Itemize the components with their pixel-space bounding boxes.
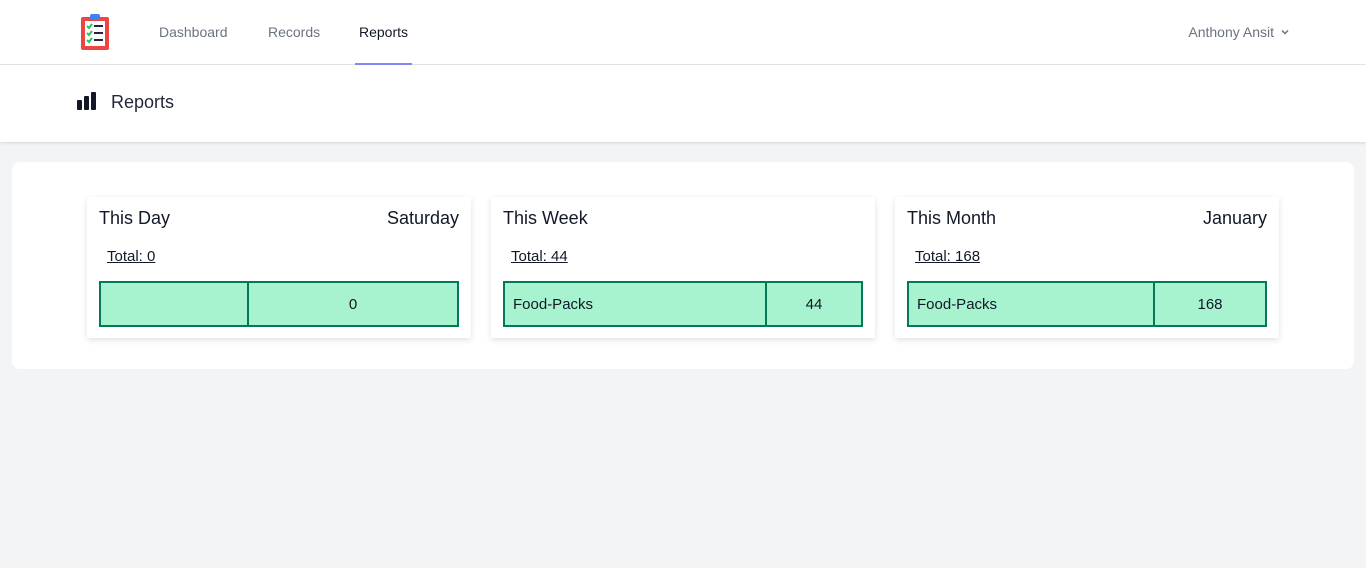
table-cell-value: 168 — [1153, 281, 1267, 327]
table-row: Food-Packs 44 — [503, 281, 863, 327]
chevron-down-icon — [1280, 1, 1290, 64]
card-subtitle: January — [1202, 208, 1267, 228]
nav-link-dashboard[interactable]: Dashboard — [155, 0, 232, 65]
reports-panel: This Day Saturday Total: 0 0 This Week T… — [12, 162, 1354, 369]
table-cell-value: 44 — [765, 281, 863, 327]
page-title: Reports — [111, 92, 175, 112]
table-row: Food-Packs 168 — [907, 281, 1267, 327]
report-table: Food-Packs 44 — [503, 281, 863, 327]
table-row: 0 — [99, 281, 459, 327]
user-menu[interactable]: Anthony Ansit — [1188, 0, 1290, 64]
report-card-day: This Day Saturday Total: 0 0 — [87, 197, 471, 338]
card-total[interactable]: Total: 168 — [915, 248, 980, 265]
card-title: This Day — [99, 208, 171, 228]
report-card-week: This Week Total: 44 Food-Packs 44 — [491, 197, 875, 338]
table-cell-label — [99, 281, 249, 327]
table-cell-label: Food-Packs — [907, 281, 1155, 327]
bar-chart-icon — [77, 92, 97, 110]
nav-link-records[interactable]: Records — [264, 0, 324, 65]
report-card-month: This Month January Total: 168 Food-Packs… — [895, 197, 1279, 338]
user-name: Anthony Ansit — [1188, 23, 1274, 40]
card-title: This Month — [907, 208, 997, 228]
page-header: Reports — [0, 65, 1366, 142]
card-total[interactable]: Total: 44 — [511, 248, 568, 265]
card-total[interactable]: Total: 0 — [107, 248, 155, 265]
report-table: Food-Packs 168 — [907, 281, 1267, 327]
nav-link-reports[interactable]: Reports — [355, 0, 413, 65]
card-title: This Week — [503, 208, 588, 228]
table-cell-label: Food-Packs — [503, 281, 767, 327]
table-cell-value: 0 — [247, 281, 459, 327]
top-navigation: Dashboard Records Reports Anthony Ansit — [0, 0, 1366, 65]
report-table: 0 — [99, 281, 459, 327]
clipboard-checklist-icon[interactable] — [80, 13, 110, 51]
card-subtitle: Saturday — [386, 208, 459, 228]
